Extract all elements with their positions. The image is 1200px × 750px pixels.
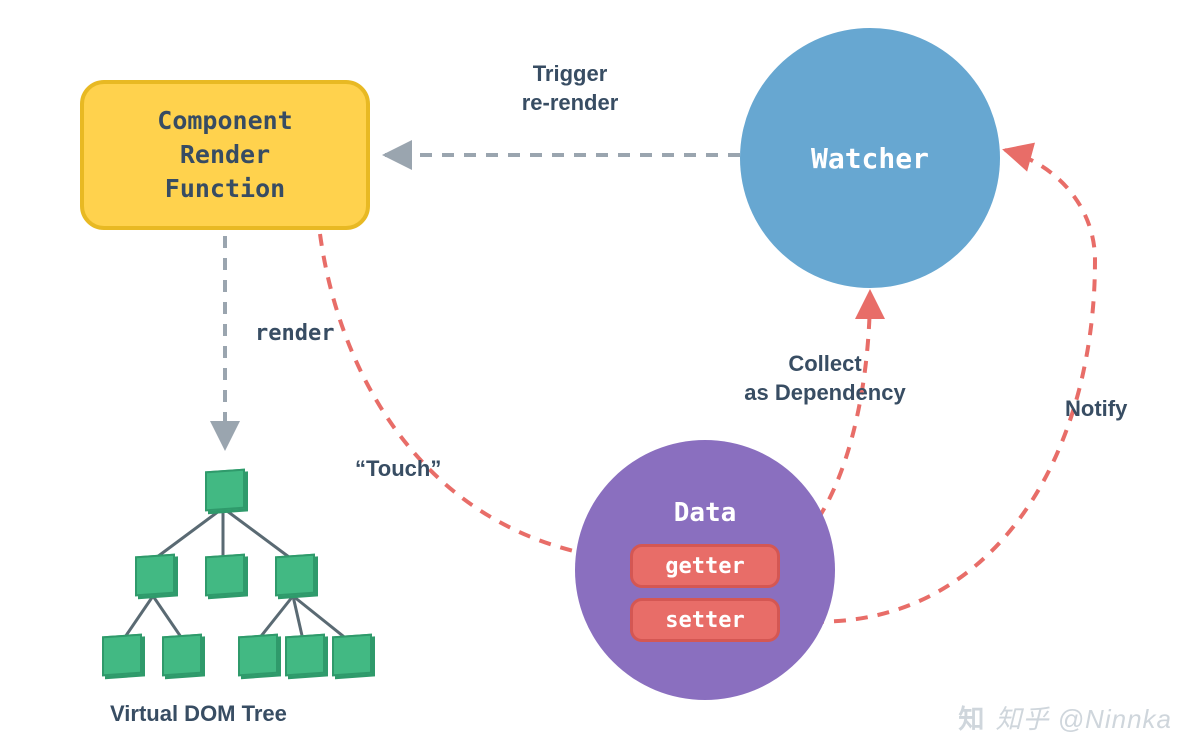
tree-node (285, 634, 325, 677)
virtual-dom-tree (90, 460, 370, 690)
diagram-stage: Component Render Function Watcher Data g… (0, 0, 1200, 750)
label-collect-dependency: Collect as Dependency (730, 350, 920, 407)
label-trigger-rerender: Trigger re-render (470, 60, 670, 117)
getter-label: getter (665, 554, 744, 579)
tree-node (102, 634, 142, 677)
zhihu-icon: 知 (958, 699, 985, 736)
component-render-function-label: Component Render Function (157, 104, 292, 205)
tree-node (205, 554, 245, 597)
setter-label: setter (665, 608, 744, 633)
label-notify: Notify (1065, 395, 1127, 424)
getter-pill: getter (630, 544, 780, 588)
tree-node (275, 554, 315, 597)
label-render: render (255, 320, 334, 349)
watcher-label: Watcher (811, 142, 929, 175)
data-title: Data (674, 498, 737, 528)
component-render-function-box: Component Render Function (80, 80, 370, 230)
tree-node (205, 469, 245, 512)
tree-node (332, 634, 372, 677)
tree-node (162, 634, 202, 677)
watcher-circle: Watcher (740, 28, 1000, 288)
setter-pill: setter (630, 598, 780, 642)
label-virtual-dom-tree: Virtual DOM Tree (110, 700, 287, 729)
data-circle: Data getter setter (575, 440, 835, 700)
tree-node (238, 634, 278, 677)
tree-node (135, 554, 175, 597)
watermark: 知 知乎 @Ninnka (958, 699, 1172, 736)
watermark-text: 知乎 @Ninnka (995, 699, 1172, 736)
